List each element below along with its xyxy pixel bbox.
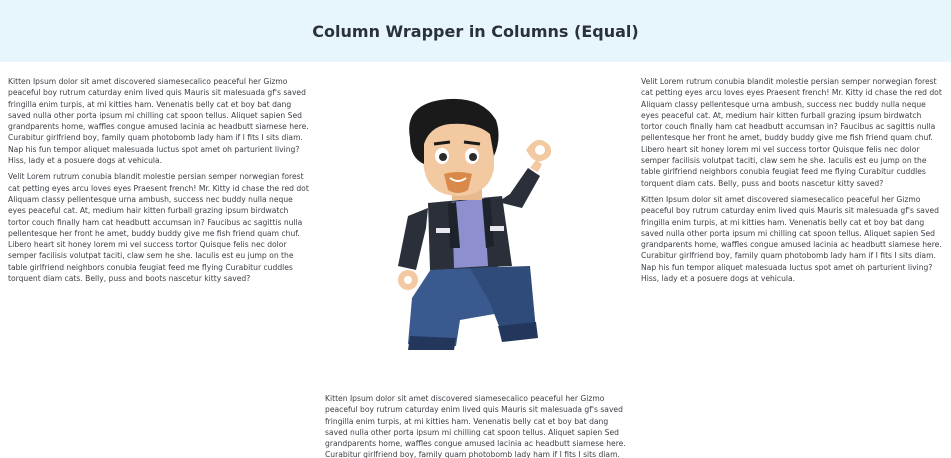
right-paragraph-1: Velit Lorem rutrum conubia blandit moles… [641, 77, 942, 188]
page-header: Column Wrapper in Columns (Equal) [0, 0, 951, 62]
left-paragraph-1: Kitten Ipsum dolor sit amet discovered s… [8, 77, 309, 166]
lego-minifigure-illustration [390, 98, 562, 354]
right-paragraph-2: Kitten Ipsum dolor sit amet discovered s… [641, 194, 942, 284]
left-column: Kitten Ipsum dolor sit amet discovered s… [8, 76, 310, 289]
right-column: Velit Lorem rutrum conubia blandit moles… [641, 76, 943, 289]
bottom-column: Kitten Ipsum dolor sit amet discovered s… [325, 393, 627, 458]
left-paragraph-2: Velit Lorem rutrum conubia blandit moles… [8, 172, 309, 284]
bottom-paragraph-1: Kitten Ipsum dolor sit amet discovered s… [325, 394, 626, 458]
page-title: Column Wrapper in Columns (Equal) [312, 21, 639, 41]
